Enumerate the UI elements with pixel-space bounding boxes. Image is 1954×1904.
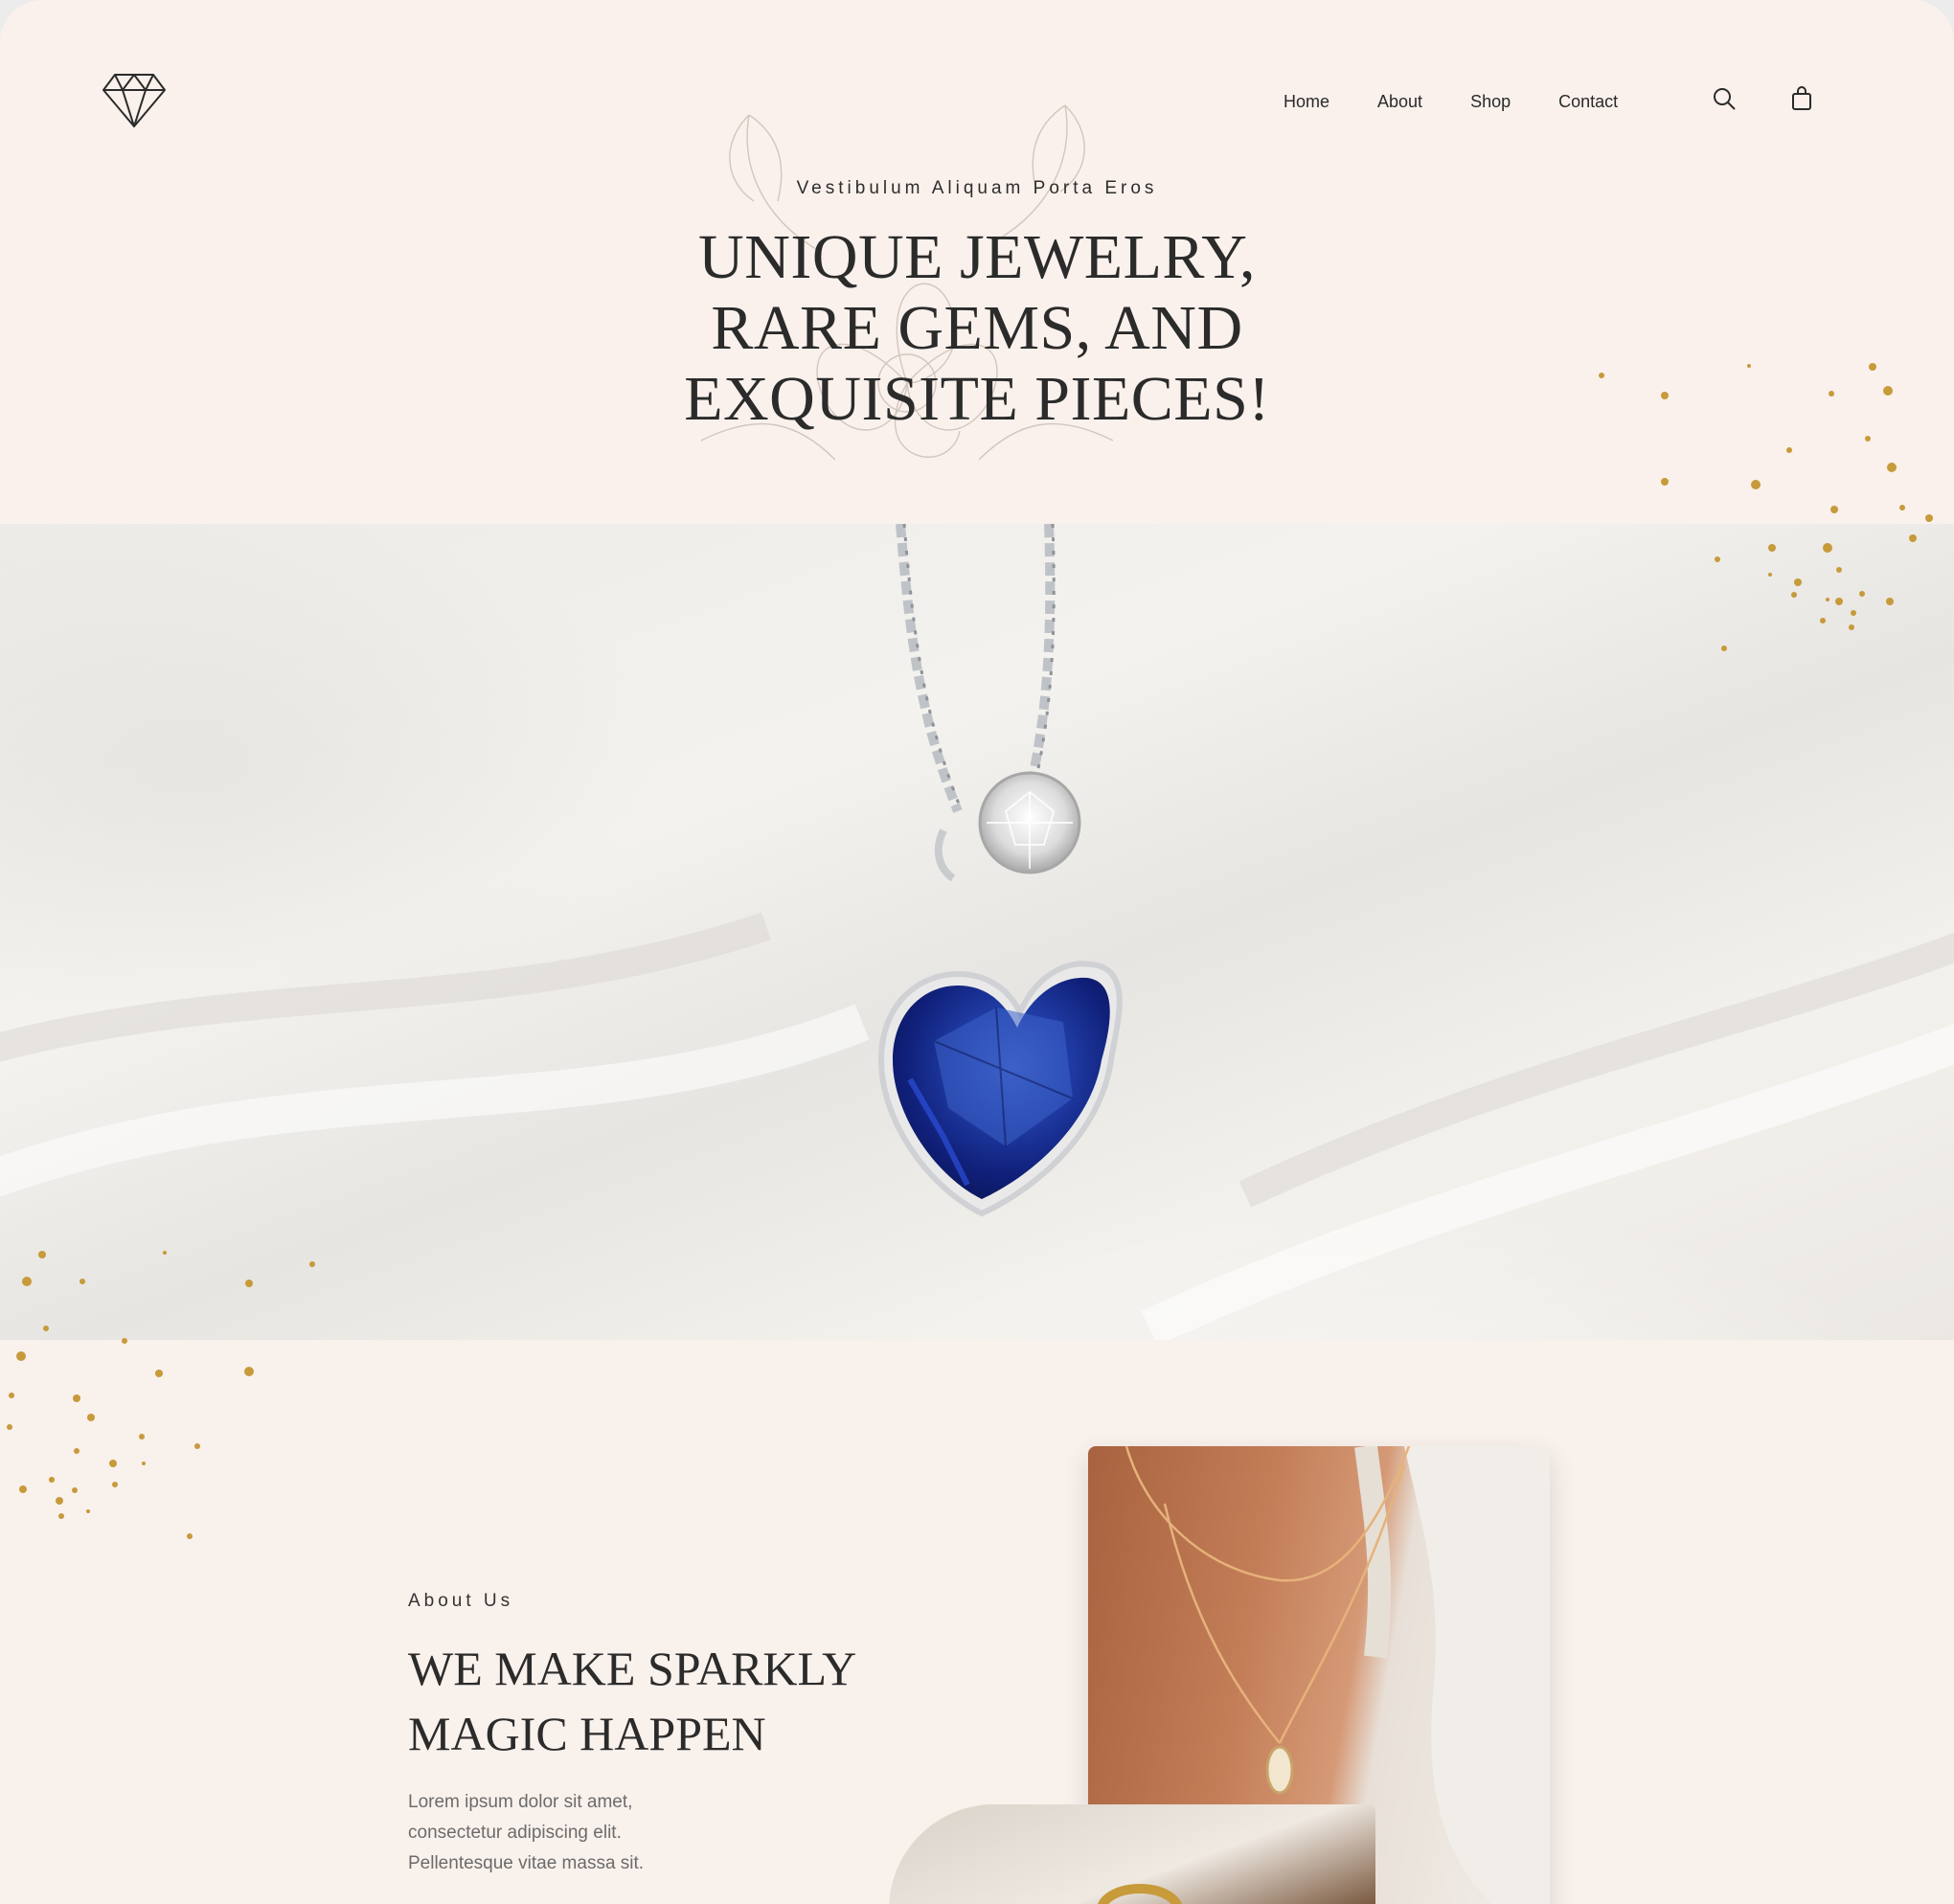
page: Home About Shop Contact Vestibulum Aliqu… bbox=[0, 0, 1954, 1904]
about-title: WE MAKE SPARKLY MAGIC HAPPEN bbox=[408, 1636, 944, 1766]
nav-home[interactable]: Home bbox=[1284, 92, 1329, 112]
hero-title-line: RARE GEMS, AND bbox=[711, 293, 1243, 363]
about-eyebrow: About Us bbox=[408, 1591, 514, 1611]
heart-sapphire-pendant-photo bbox=[0, 524, 1954, 1340]
nav-contact[interactable]: Contact bbox=[1558, 92, 1618, 112]
about-title-line: WE MAKE SPARKLY bbox=[408, 1642, 857, 1695]
about-text-line: consectetur adipiscing elit. bbox=[408, 1823, 622, 1843]
diamond-logo-icon[interactable] bbox=[102, 69, 167, 128]
search-icon[interactable] bbox=[1710, 84, 1738, 113]
about-title-line: MAGIC HAPPEN bbox=[408, 1707, 766, 1760]
about-text-line: Lorem ipsum dolor sit amet, bbox=[408, 1792, 633, 1812]
nav-about[interactable]: About bbox=[1377, 92, 1422, 112]
gold-ring-photo bbox=[889, 1804, 1375, 1904]
about-text-line: Pellentesque vitae massa sit. bbox=[408, 1853, 645, 1873]
main-nav: Home About Shop Contact bbox=[1284, 88, 1666, 115]
hero-title: UNIQUE JEWELRY, RARE GEMS, AND EXQUISITE… bbox=[0, 222, 1954, 435]
hero-title-line: EXQUISITE PIECES! bbox=[684, 364, 1270, 434]
hero-eyebrow: Vestibulum Aliquam Porta Eros bbox=[796, 178, 1158, 198]
shopping-bag-icon[interactable] bbox=[1787, 84, 1816, 113]
hero-title-line: UNIQUE JEWELRY, bbox=[698, 222, 1256, 292]
about-text: Lorem ipsum dolor sit amet, consectetur … bbox=[408, 1787, 734, 1879]
nav-shop[interactable]: Shop bbox=[1470, 92, 1511, 112]
